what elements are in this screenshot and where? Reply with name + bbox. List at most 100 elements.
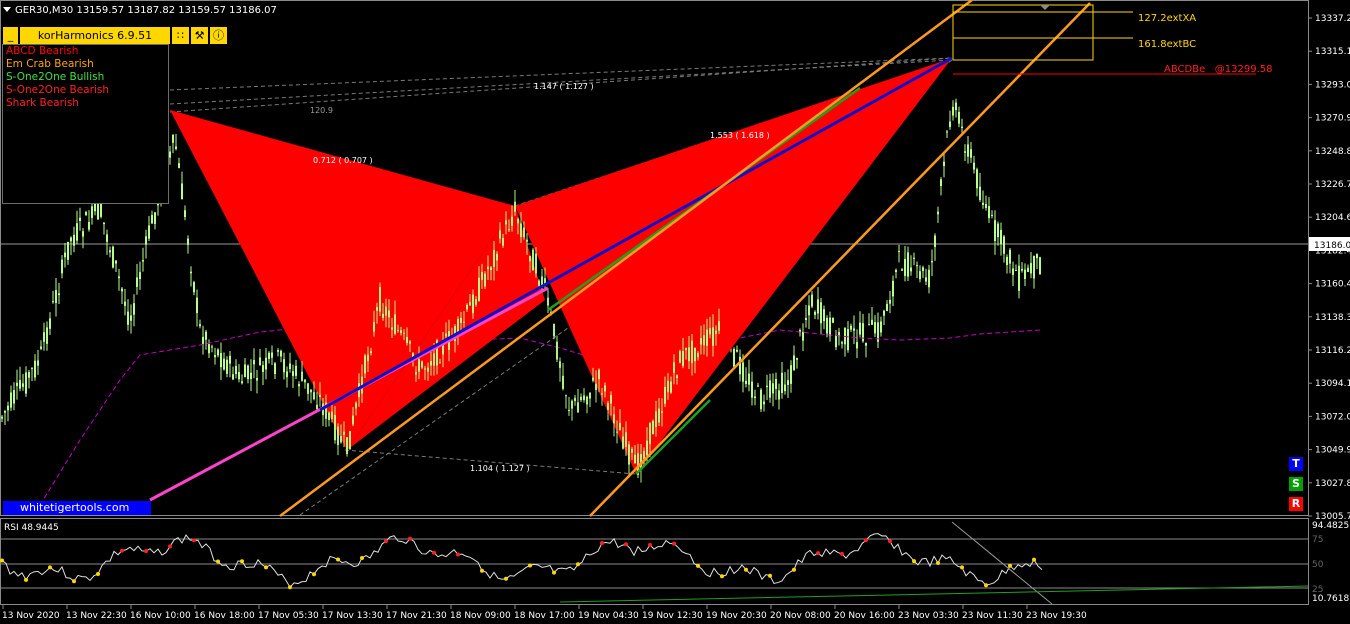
candle-body	[916, 265, 918, 267]
candle-body	[643, 450, 645, 459]
candle-body	[940, 179, 942, 187]
candle-body	[58, 293, 60, 296]
candle-body	[574, 397, 576, 402]
indicator-name[interactable]: korHarmonics 6.9.51	[20, 27, 170, 44]
grid-icon[interactable]: ∷	[172, 27, 189, 44]
pattern-item[interactable]: Shark Bearish	[3, 97, 168, 110]
pattern-item[interactable]: S-One2One Bearish	[3, 84, 168, 97]
candle-body	[1036, 254, 1038, 259]
rsi-signal-dot	[864, 538, 868, 543]
time-axis[interactable]: 13 Nov 2020 13 Nov 22:30 16 Nov 10:00 16 No…	[2, 605, 1087, 621]
candle-body	[289, 363, 291, 370]
rsi-axis-bottom: 10.7618	[1312, 594, 1349, 604]
candle-body	[139, 272, 141, 279]
candle-body	[703, 335, 705, 346]
t-button[interactable]: T	[1289, 457, 1303, 471]
candle-body	[751, 381, 753, 398]
candle-body	[625, 432, 627, 448]
candle-body	[31, 368, 33, 370]
candle-body	[184, 210, 186, 217]
candle-body	[592, 377, 594, 381]
rsi-signal-dot	[720, 574, 724, 579]
candle-body	[967, 144, 969, 157]
projection-box	[952, 4, 1094, 61]
candle-body	[835, 335, 837, 348]
candle-body	[127, 311, 129, 325]
candle-body	[970, 149, 972, 158]
candle-body	[997, 223, 999, 238]
pattern-item[interactable]: ABCD Bearish	[3, 45, 168, 58]
ratio-label-3: 0.712 ( 0.707 )	[313, 156, 373, 165]
candle-body	[991, 214, 993, 216]
candle-body	[337, 426, 339, 445]
info-icon[interactable]: ⓘ	[210, 27, 227, 44]
tools-icon[interactable]: ⚒	[191, 27, 208, 44]
candle-body	[109, 250, 111, 253]
candle-body	[778, 390, 780, 400]
candle-body	[676, 375, 678, 379]
candle-body	[535, 253, 537, 274]
candle-body	[607, 402, 609, 410]
scroll-marker[interactable]	[1040, 5, 1050, 10]
candle-body	[61, 259, 63, 274]
candle-body	[250, 372, 252, 379]
candle-body	[943, 161, 945, 167]
candle-body	[826, 317, 828, 334]
s-button[interactable]: S	[1289, 477, 1303, 491]
time-tick-label: 17 Nov 05:30	[258, 611, 319, 621]
candle-body	[865, 342, 867, 346]
ratio-label-2: 1.553 ( 1.618 )	[710, 131, 770, 140]
time-tick-label: 19 Nov 12:30	[642, 611, 703, 621]
candle-body	[580, 396, 582, 401]
r-button[interactable]: R	[1289, 497, 1303, 511]
candle-body	[655, 411, 657, 428]
chevron-down-icon[interactable]	[3, 7, 11, 12]
candle-body	[328, 412, 330, 421]
candle-body	[709, 328, 711, 335]
candle-body	[928, 269, 930, 288]
candle-body	[502, 237, 504, 246]
candle-body	[19, 380, 21, 389]
pattern-item[interactable]: Em Crab Bearish	[3, 58, 168, 71]
price-axis[interactable]: 13337.25 13315.10 13293.05 13270.95 13248.85…	[1308, 14, 1350, 522]
candle-body	[370, 351, 372, 354]
candle-body	[814, 311, 816, 315]
candle-body	[583, 395, 585, 401]
candle-body	[742, 362, 744, 382]
candle-body	[511, 216, 513, 226]
candle-body	[244, 364, 246, 378]
rsi-signal-dot	[120, 548, 124, 553]
price-chart[interactable]: 127.2extXA 161.8extBC ABCDBe @13299.58 1…	[0, 0, 1350, 624]
candle-body	[913, 257, 915, 259]
pattern-item[interactable]: S-One2One Bullish	[3, 71, 168, 84]
candle-body	[463, 321, 465, 323]
candle-body	[505, 220, 507, 225]
candle-body	[706, 329, 708, 346]
rsi-signal-dots	[0, 536, 1036, 590]
rsi-signal-dot	[504, 576, 508, 581]
candle-body	[433, 353, 435, 366]
candle-body	[925, 277, 927, 282]
brand-link[interactable]: whitetigertools.com	[3, 501, 151, 515]
candle-body	[331, 411, 333, 420]
candle-body	[415, 371, 417, 375]
candle-body	[340, 436, 342, 443]
candle-body	[784, 384, 786, 392]
rsi-signal-dot	[456, 552, 460, 557]
minimize-button[interactable]: _	[3, 27, 18, 44]
candle-body	[922, 267, 924, 271]
candle-body	[364, 355, 366, 374]
rsi-signal-dot	[1008, 563, 1012, 568]
candle-body	[175, 146, 177, 149]
rsi-signal-dot	[384, 539, 388, 544]
candle-body	[613, 414, 615, 424]
chart-title-text: GER30,M30 13159.57 13187.82 13159.57 131…	[15, 5, 277, 16]
candle-body	[382, 313, 384, 318]
candle-body	[1024, 269, 1026, 279]
candle-body	[214, 355, 216, 358]
rsi-signal-dot	[840, 551, 844, 556]
candle-body	[499, 230, 501, 239]
candle-body	[523, 227, 525, 238]
candle-body	[802, 331, 804, 341]
price-tick-label: 13293.05	[1315, 80, 1350, 90]
